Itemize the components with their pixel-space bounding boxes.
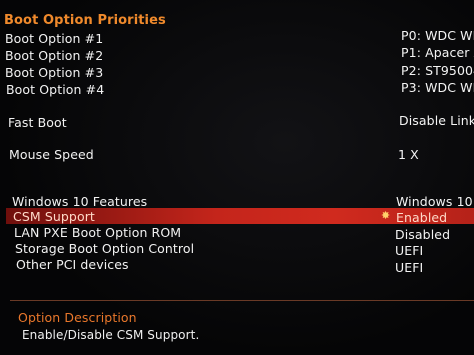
- csm-support-label[interactable]: CSM Support: [13, 209, 95, 224]
- lan-pxe-label[interactable]: LAN PXE Boot Option ROM: [14, 225, 181, 240]
- other-pci-value[interactable]: UEFI: [395, 260, 423, 275]
- boot-option-2-label[interactable]: Boot Option #2: [5, 48, 103, 63]
- star-icon: ✸: [381, 209, 391, 222]
- storage-boot-value[interactable]: UEFI: [395, 243, 423, 258]
- mouse-speed-value[interactable]: 1 X: [398, 147, 419, 162]
- description-divider: [10, 300, 474, 301]
- windows-10-features-value[interactable]: Windows 10: [396, 194, 473, 209]
- windows-10-features-label[interactable]: Windows 10 Features: [12, 194, 147, 209]
- mouse-speed-label[interactable]: Mouse Speed: [9, 147, 94, 162]
- storage-boot-label[interactable]: Storage Boot Option Control: [15, 241, 194, 256]
- boot-option-2-value[interactable]: P1: Apacer A: [401, 45, 474, 60]
- boot-option-1-value[interactable]: P0: WDC WD: [401, 28, 474, 43]
- option-description-text: Enable/Disable CSM Support.: [22, 328, 200, 342]
- boot-option-4-value[interactable]: P3: WDC WD: [401, 80, 474, 95]
- boot-priorities-title: Boot Option Priorities: [4, 13, 166, 28]
- lan-pxe-value[interactable]: Disabled: [395, 227, 450, 242]
- fast-boot-value[interactable]: Disable Link: [399, 113, 474, 128]
- option-description-title: Option Description: [18, 310, 137, 325]
- bios-screen: Boot Option Priorities Boot Option #1 P0…: [0, 0, 474, 355]
- boot-option-1-label[interactable]: Boot Option #1: [5, 31, 103, 46]
- boot-option-4-label[interactable]: Boot Option #4: [6, 82, 104, 97]
- boot-option-3-label[interactable]: Boot Option #3: [5, 65, 103, 80]
- other-pci-label[interactable]: Other PCI devices: [16, 257, 129, 272]
- boot-option-3-value[interactable]: P2: ST95004: [401, 63, 474, 78]
- csm-support-value[interactable]: Enabled: [396, 210, 447, 225]
- fast-boot-label[interactable]: Fast Boot: [8, 115, 67, 130]
